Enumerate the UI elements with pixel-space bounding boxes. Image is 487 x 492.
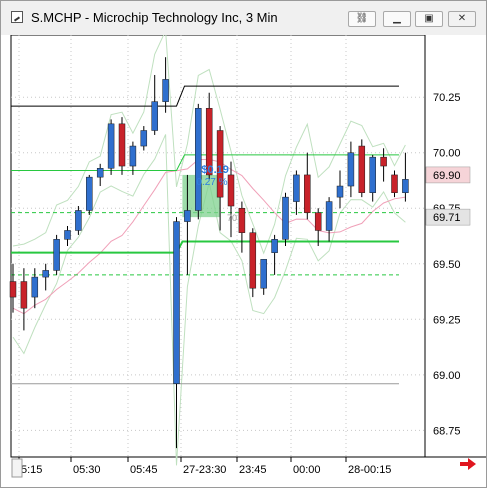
close-button[interactable]: ✕ bbox=[448, 11, 476, 27]
candle-up bbox=[336, 185, 344, 198]
candle-down bbox=[249, 232, 257, 289]
candle-down bbox=[9, 281, 17, 298]
candle-up bbox=[151, 101, 158, 131]
window-title: S.MCHP - Microchip Technology Inc, 3 Min bbox=[31, 10, 278, 25]
candlestick-chart[interactable]: $0.190.27 %7070.2570.0069.7569.5069.2569… bbox=[1, 30, 486, 487]
arrow-right-icon bbox=[460, 458, 476, 470]
x-tick-label: 05:45 bbox=[130, 464, 158, 476]
title-bar[interactable]: S.MCHP - Microchip Technology Inc, 3 Min… bbox=[1, 1, 486, 36]
chart-window: S.MCHP - Microchip Technology Inc, 3 Min… bbox=[0, 0, 487, 488]
price-tag-label: 69.71 bbox=[433, 212, 461, 224]
candle-up bbox=[86, 176, 93, 211]
candle-down bbox=[391, 174, 398, 193]
link-button[interactable]: ⛓ bbox=[348, 11, 376, 27]
candle-up bbox=[42, 270, 49, 278]
candle-up bbox=[64, 230, 71, 240]
x-tick-label: 5:15 bbox=[21, 464, 42, 476]
candle-up bbox=[271, 239, 278, 253]
candle-up bbox=[195, 108, 202, 211]
y-tick-label: 69.25 bbox=[433, 314, 461, 326]
candle-up bbox=[282, 196, 289, 240]
x-scroll-handle bbox=[11, 458, 23, 478]
restore-icon: ▣ bbox=[424, 13, 434, 24]
candle-down bbox=[20, 281, 28, 309]
candle-down bbox=[358, 145, 366, 193]
candle-up bbox=[162, 79, 169, 102]
x-tick-label: 23:45 bbox=[239, 464, 267, 476]
candle-down bbox=[314, 212, 322, 231]
candle-up bbox=[369, 156, 376, 193]
candle-up bbox=[402, 179, 409, 193]
candle-down bbox=[238, 207, 246, 233]
candle-up bbox=[293, 174, 300, 202]
x-tick-label: 00:00 bbox=[293, 464, 321, 476]
candle-up bbox=[140, 130, 148, 147]
chart-area[interactable]: $0.190.27 %7070.2570.0069.7569.5069.2569… bbox=[1, 30, 486, 487]
candle-down bbox=[227, 174, 235, 207]
candle-up bbox=[347, 152, 355, 187]
candle-up bbox=[107, 123, 115, 169]
close-icon: ✕ bbox=[457, 13, 467, 24]
candle-up bbox=[129, 145, 137, 167]
candle-up bbox=[325, 201, 333, 231]
price-tag-label: 69.90 bbox=[433, 170, 461, 182]
small-level-label: 70 bbox=[227, 213, 237, 223]
y-tick-label: 70.00 bbox=[433, 148, 461, 160]
candle-up bbox=[53, 239, 60, 271]
candle-up bbox=[96, 168, 104, 178]
y-tick-label: 69.00 bbox=[433, 370, 461, 382]
x-tick-label: 28-00:15 bbox=[348, 464, 391, 476]
percent-change-label: 0.27 % bbox=[196, 177, 227, 188]
candle-up bbox=[184, 210, 191, 222]
candle-down bbox=[118, 123, 126, 167]
restore-button[interactable]: ▣ bbox=[415, 11, 443, 27]
y-tick-label: 69.50 bbox=[433, 259, 461, 271]
price-change-label: $0.19 bbox=[201, 164, 229, 176]
minimize-button[interactable]: ▁ bbox=[383, 11, 411, 27]
minimize-icon: ▁ bbox=[393, 13, 401, 24]
candle-up bbox=[31, 276, 39, 298]
scroll-right-arrow-icon[interactable] bbox=[458, 456, 478, 472]
plot-frame bbox=[10, 34, 426, 458]
candle-up bbox=[75, 210, 82, 231]
y-tick-label: 68.75 bbox=[433, 425, 461, 437]
x-tick-label: 05:30 bbox=[73, 464, 101, 476]
link-icon: ⛓ bbox=[355, 13, 369, 24]
candle-up bbox=[260, 259, 267, 289]
candle-down bbox=[380, 156, 387, 167]
candle-down bbox=[304, 174, 311, 213]
y-tick-label: 70.25 bbox=[433, 92, 461, 104]
candle-up bbox=[173, 221, 180, 384]
chart-app-icon bbox=[11, 11, 23, 23]
x-tick-label: 27-23:30 bbox=[183, 464, 226, 476]
